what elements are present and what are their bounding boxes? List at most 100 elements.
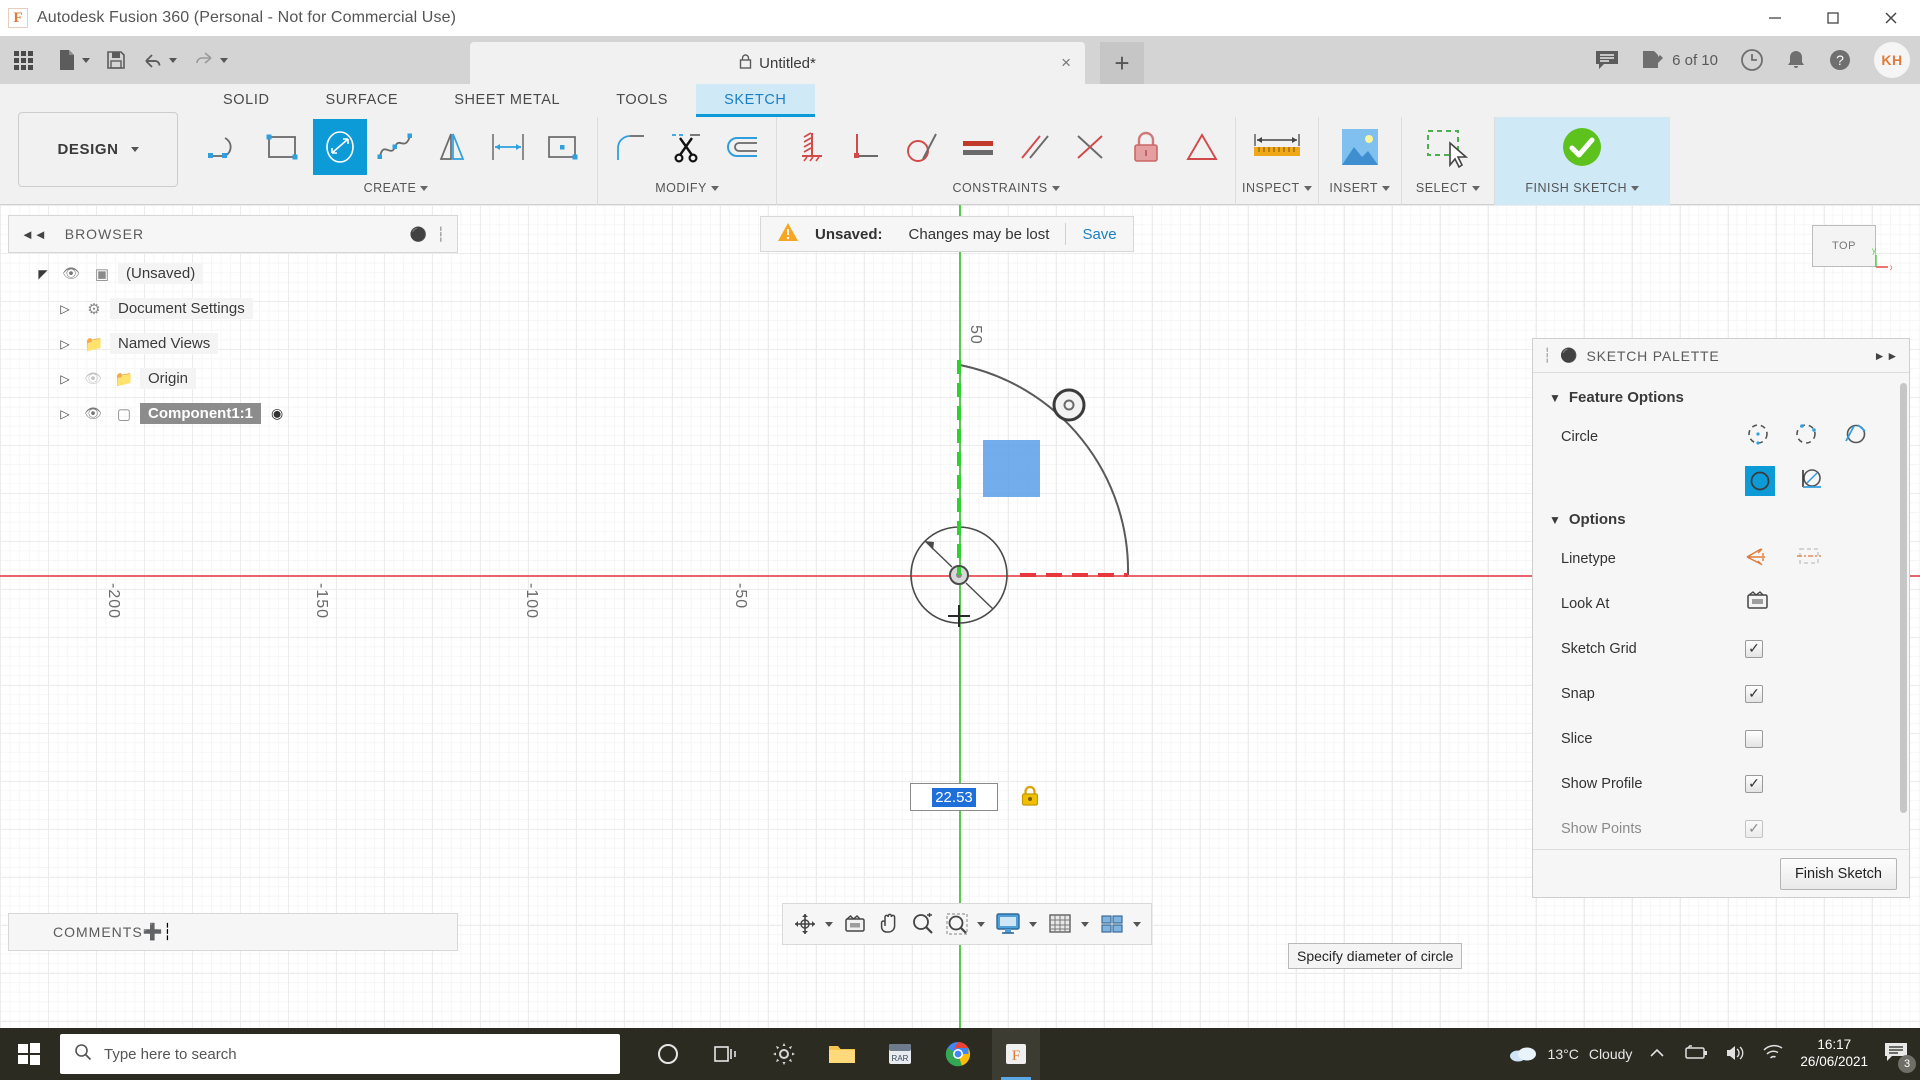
view-cube[interactable]: TOP x y	[1806, 215, 1892, 283]
expand-right-icon[interactable]: ►►	[1874, 349, 1899, 363]
pan-icon[interactable]	[877, 912, 901, 936]
sketch-grid-checkbox[interactable]: ✓	[1745, 639, 1763, 658]
collapse-left-icon[interactable]: ◄◄	[21, 227, 47, 242]
maximize-icon[interactable]	[1804, 0, 1862, 36]
save-icon[interactable]	[98, 36, 134, 84]
help-icon[interactable]: ?	[1828, 48, 1852, 72]
file-explorer-icon[interactable]	[818, 1028, 866, 1080]
drag-handle-icon[interactable]: ┆	[1543, 347, 1552, 364]
mirror-tool[interactable]	[425, 119, 479, 175]
tree-item-named-views[interactable]: ▷ 📁 Named Views	[8, 326, 458, 361]
ribbon-tab-tools[interactable]: TOOLS	[588, 84, 696, 117]
ribbon-tab-sketch[interactable]: SKETCH	[696, 84, 815, 117]
tree-item-origin[interactable]: ▷ 👁 📁 Origin	[8, 361, 458, 396]
chrome-icon[interactable]	[934, 1028, 982, 1080]
dimension-value[interactable]: 22.53	[932, 787, 976, 807]
slice-checkbox[interactable]	[1745, 729, 1763, 748]
zoom-icon[interactable]	[911, 912, 935, 936]
winrar-icon[interactable]: RAR	[876, 1028, 924, 1080]
chevron-down-icon[interactable]	[169, 57, 177, 63]
rectangle-tool[interactable]	[257, 119, 311, 175]
ribbon-panel-finish-sketch[interactable]: FINISH SKETCH	[1494, 117, 1670, 205]
ribbon-tab-solid[interactable]: SOLID	[195, 84, 298, 117]
task-view-icon[interactable]	[702, 1028, 750, 1080]
center-diameter-circle-icon[interactable]	[1745, 421, 1771, 452]
collapse-icon[interactable]: ⚫	[410, 226, 427, 243]
circle-tool[interactable]	[313, 119, 367, 175]
finish-sketch-icon[interactable]	[1537, 119, 1627, 175]
three-tangent-circle-icon[interactable]	[1797, 466, 1825, 497]
equal-constraint-tool[interactable]	[951, 119, 1005, 175]
visibility-eye-off-icon[interactable]: 👁	[78, 370, 108, 387]
trim-tool[interactable]	[660, 119, 714, 175]
bell-icon[interactable]	[1786, 49, 1806, 71]
ribbon-panel-label-create[interactable]: CREATE	[364, 177, 429, 199]
tree-item-document-settings[interactable]: ▷ ⚙ Document Settings	[8, 291, 458, 326]
line-tool[interactable]	[201, 119, 255, 175]
redo-icon[interactable]	[185, 36, 236, 84]
measure-tool[interactable]	[1244, 119, 1310, 175]
save-link[interactable]: Save	[1082, 226, 1116, 243]
taskbar-search-box[interactable]: Type here to search	[60, 1034, 620, 1074]
ribbon-panel-label-constraints[interactable]: CONSTRAINTS	[952, 177, 1060, 199]
show-profile-checkbox[interactable]: ✓	[1745, 774, 1763, 793]
fillet-tool[interactable]	[604, 119, 658, 175]
weather-widget[interactable]: 13°C Cloudy	[1508, 1043, 1632, 1066]
ribbon-panel-label-modify[interactable]: MODIFY	[655, 177, 719, 199]
grid-settings-icon[interactable]	[1047, 912, 1089, 936]
chevron-down-icon[interactable]	[1081, 921, 1089, 927]
apps-grid-icon[interactable]	[0, 36, 49, 84]
display-settings-icon[interactable]	[995, 912, 1037, 936]
palette-scrollbar[interactable]	[1900, 383, 1907, 813]
select-tool[interactable]	[1408, 119, 1488, 175]
finish-sketch-button[interactable]: Finish Sketch	[1779, 857, 1897, 890]
ribbon-tab-surface[interactable]: SURFACE	[298, 84, 427, 117]
lock-constraint-tool[interactable]	[1119, 119, 1173, 175]
palette-section-options[interactable]: ▼ Options	[1533, 503, 1909, 536]
viewports-icon[interactable]	[1099, 912, 1141, 936]
expand-arrow-icon[interactable]: ◤	[30, 267, 56, 281]
job-status-icon[interactable]: 6 of 10	[1641, 50, 1718, 70]
tree-item-unsaved[interactable]: ◤ 👁 ▣ (Unsaved)	[8, 256, 458, 291]
chevron-down-icon[interactable]	[1133, 921, 1141, 927]
spline-tool[interactable]	[369, 119, 423, 175]
chevron-down-icon[interactable]	[977, 921, 985, 927]
zoom-window-icon[interactable]	[945, 912, 985, 936]
new-file-icon[interactable]	[49, 36, 98, 84]
coincident-constraint-tool[interactable]	[1063, 119, 1117, 175]
close-icon[interactable]: ×	[1061, 53, 1071, 73]
visibility-eye-icon[interactable]: 👁	[78, 405, 108, 422]
windows-start-icon[interactable]	[0, 1028, 58, 1080]
comments-icon[interactable]	[1595, 50, 1619, 70]
close-icon[interactable]	[1862, 0, 1920, 36]
wifi-icon[interactable]	[1762, 1044, 1784, 1065]
offset-tool[interactable]	[716, 119, 770, 175]
avatar[interactable]: KH	[1874, 42, 1910, 78]
parallel-constraint-tool[interactable]	[1007, 119, 1061, 175]
new-tab-button[interactable]: +	[1100, 42, 1144, 84]
palette-section-feature-options[interactable]: ▼ Feature Options	[1533, 381, 1909, 414]
look-at-icon[interactable]	[843, 913, 867, 935]
chevron-down-icon[interactable]	[82, 57, 90, 63]
two-point-circle-icon[interactable]	[1793, 421, 1819, 452]
visibility-eye-icon[interactable]: 👁	[56, 265, 86, 282]
tree-item-component1[interactable]: ▷ 👁 ▢ Component1:1 ◉	[8, 396, 458, 431]
drag-handle-icon[interactable]: ┆	[437, 226, 445, 243]
ribbon-panel-label-inspect[interactable]: INSPECT	[1242, 177, 1312, 199]
chevron-down-icon[interactable]	[825, 921, 833, 927]
perpendicular-constraint-tool[interactable]	[839, 119, 893, 175]
workspace-switcher-button[interactable]: DESIGN	[18, 112, 178, 187]
fix-constraint-tool[interactable]	[783, 119, 837, 175]
two-tangent-circle-icon[interactable]	[1745, 466, 1775, 496]
battery-icon[interactable]	[1682, 1044, 1708, 1064]
minimize-icon[interactable]	[1746, 0, 1804, 36]
collapse-icon[interactable]: ⚫	[1560, 347, 1578, 364]
expand-arrow-icon[interactable]: ▷	[52, 372, 78, 386]
orbit-icon[interactable]	[793, 912, 833, 936]
show-points-checkbox[interactable]: ✓	[1745, 819, 1763, 838]
tangent-constraint-tool[interactable]	[895, 119, 949, 175]
taskbar-clock[interactable]: 16:17 26/06/2021	[1800, 1037, 1868, 1071]
activate-component-radio[interactable]: ◉	[271, 405, 283, 422]
settings-icon[interactable]	[760, 1028, 808, 1080]
ribbon-panel-label-insert[interactable]: INSERT	[1329, 177, 1390, 199]
